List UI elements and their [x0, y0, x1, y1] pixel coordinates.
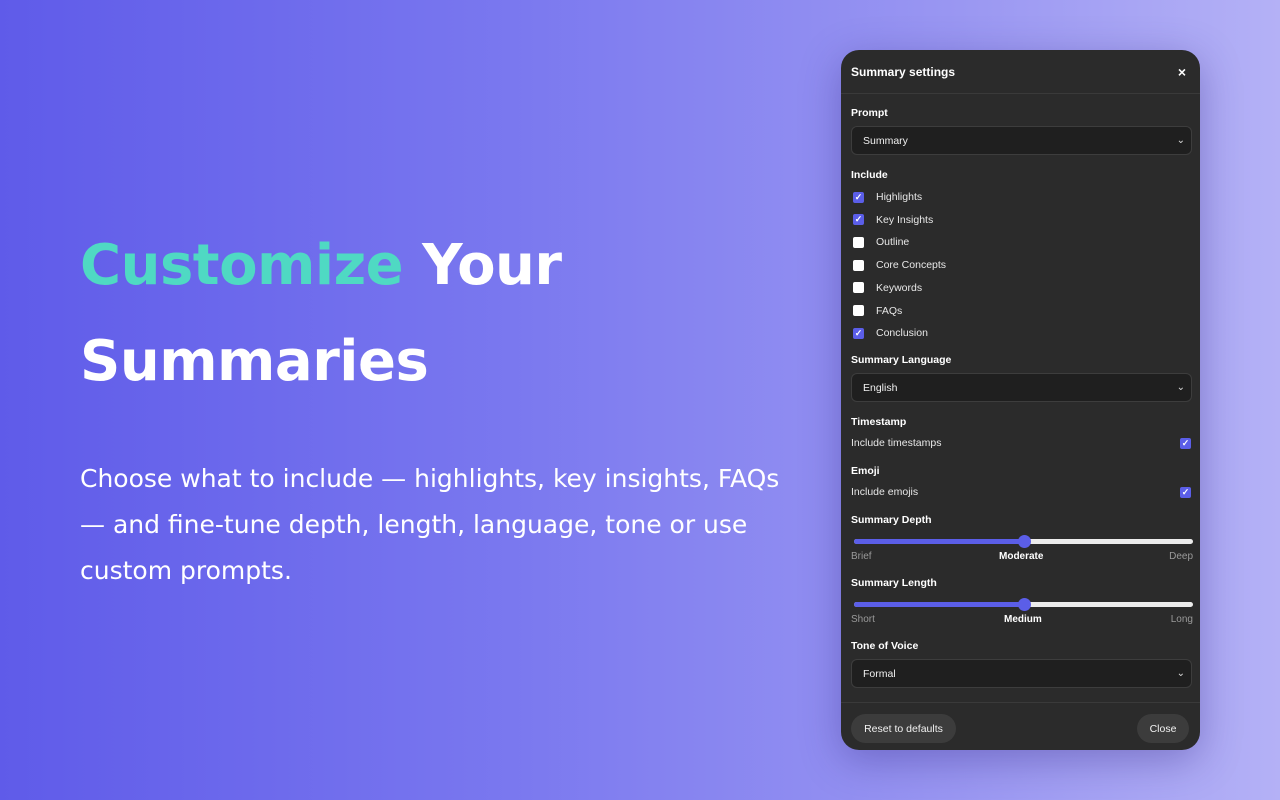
summary-language-label: Summary Language: [851, 354, 952, 366]
chevron-down-icon: ⌄: [1176, 668, 1185, 679]
include-option-label: Outline: [876, 236, 910, 249]
include-checkbox-faqs[interactable]: [853, 305, 864, 316]
timestamp-label: Timestamp: [851, 416, 907, 428]
include-option-keywords[interactable]: Keywords: [853, 281, 922, 295]
summary-depth-slider[interactable]: [854, 535, 1193, 548]
panel-header: Summary settings ×: [841, 50, 1200, 94]
check-icon: ✓: [854, 327, 863, 338]
include-option-outline[interactable]: Outline: [853, 235, 909, 249]
include-option-conclusion[interactable]: ✓ Conclusion: [853, 326, 928, 340]
prompt-label: Prompt: [851, 107, 888, 119]
depth-scale-labels: Brief Moderate Deep: [851, 551, 1193, 563]
hero-description: Choose what to include — highlights, key…: [80, 464, 780, 585]
include-emojis-checkbox[interactable]: ✓: [1180, 486, 1191, 498]
hero-title: Customize Your Summaries: [80, 218, 800, 410]
check-icon: ✓: [854, 191, 863, 202]
include-option-key-insights[interactable]: ✓ Key Insights: [853, 213, 933, 227]
include-option-highlights[interactable]: ✓ Highlights: [853, 190, 922, 204]
check-icon: ✓: [1181, 486, 1190, 497]
summary-language-value: English: [863, 381, 898, 394]
tone-of-voice-label: Tone of Voice: [851, 640, 919, 652]
summary-language-select[interactable]: English ⌄: [851, 373, 1192, 402]
check-icon: ✓: [854, 214, 863, 225]
slider-fill: [854, 539, 1024, 544]
include-checkbox-key-insights[interactable]: ✓: [853, 214, 864, 226]
slider-thumb[interactable]: [1017, 535, 1031, 548]
depth-mid-label: Moderate: [999, 551, 1044, 562]
summary-length-label: Summary Length: [851, 577, 937, 589]
summary-depth-label: Summary Depth: [851, 514, 932, 526]
include-option-label: Keywords: [876, 281, 923, 294]
include-option-label: Core Concepts: [876, 259, 947, 272]
emoji-row: Include emojis ✓: [851, 485, 1191, 499]
include-option-label: Key Insights: [876, 213, 934, 226]
reset-to-defaults-button[interactable]: Reset to defaults: [851, 714, 956, 743]
summary-settings-panel: Summary settings × Prompt Summary ⌄ Incl…: [841, 50, 1200, 750]
panel-footer: Reset to defaults Close: [841, 702, 1200, 750]
depth-max-label: Deep: [1169, 551, 1193, 562]
include-checkbox-highlights[interactable]: ✓: [853, 191, 864, 203]
include-option-label: Highlights: [876, 191, 923, 203]
include-label: Include: [851, 169, 888, 181]
include-checkbox-conclusion[interactable]: ✓: [853, 327, 864, 339]
chevron-down-icon: ⌄: [1176, 382, 1185, 393]
include-emojis-label: Include emojis: [851, 486, 919, 498]
panel-title: Summary settings: [851, 64, 956, 79]
length-max-label: Long: [1170, 614, 1193, 625]
include-option-faqs[interactable]: FAQs: [853, 304, 902, 318]
hero-title-accent: Customize: [80, 233, 404, 298]
chevron-down-icon: ⌄: [1176, 135, 1185, 146]
include-checkbox-core-concepts[interactable]: [853, 259, 864, 271]
include-option-label: FAQs: [876, 304, 903, 317]
slider-fill: [854, 602, 1024, 607]
include-checkbox-keywords[interactable]: [853, 282, 864, 294]
include-timestamps-label: Include timestamps: [851, 437, 942, 449]
slider-thumb[interactable]: [1017, 598, 1031, 611]
tone-of-voice-value: Formal: [863, 667, 896, 680]
emoji-label: Emoji: [851, 465, 880, 477]
include-checkbox-outline[interactable]: [853, 236, 864, 248]
hero-title-rest: Your: [422, 233, 562, 298]
timestamp-row: Include timestamps ✓: [851, 436, 1191, 450]
include-timestamps-checkbox[interactable]: ✓: [1180, 437, 1191, 449]
close-icon[interactable]: ×: [1178, 64, 1186, 80]
hero: Customize Your Summaries Choose what to …: [80, 218, 800, 594]
tone-of-voice-select[interactable]: Formal ⌄: [851, 659, 1192, 688]
summary-length-slider[interactable]: [854, 598, 1193, 611]
prompt-select-value: Summary: [863, 134, 908, 147]
length-min-label: Short: [851, 614, 875, 625]
close-button[interactable]: Close: [1137, 714, 1189, 743]
prompt-select[interactable]: Summary ⌄: [851, 126, 1192, 155]
depth-min-label: Brief: [851, 551, 872, 562]
length-scale-labels: Short Medium Long: [851, 614, 1193, 626]
length-mid-label: Medium: [1004, 614, 1042, 625]
include-option-label: Conclusion: [876, 327, 928, 340]
include-option-core-concepts[interactable]: Core Concepts: [853, 258, 946, 272]
hero-title-line2: Summaries: [80, 329, 429, 394]
check-icon: ✓: [1181, 437, 1190, 448]
